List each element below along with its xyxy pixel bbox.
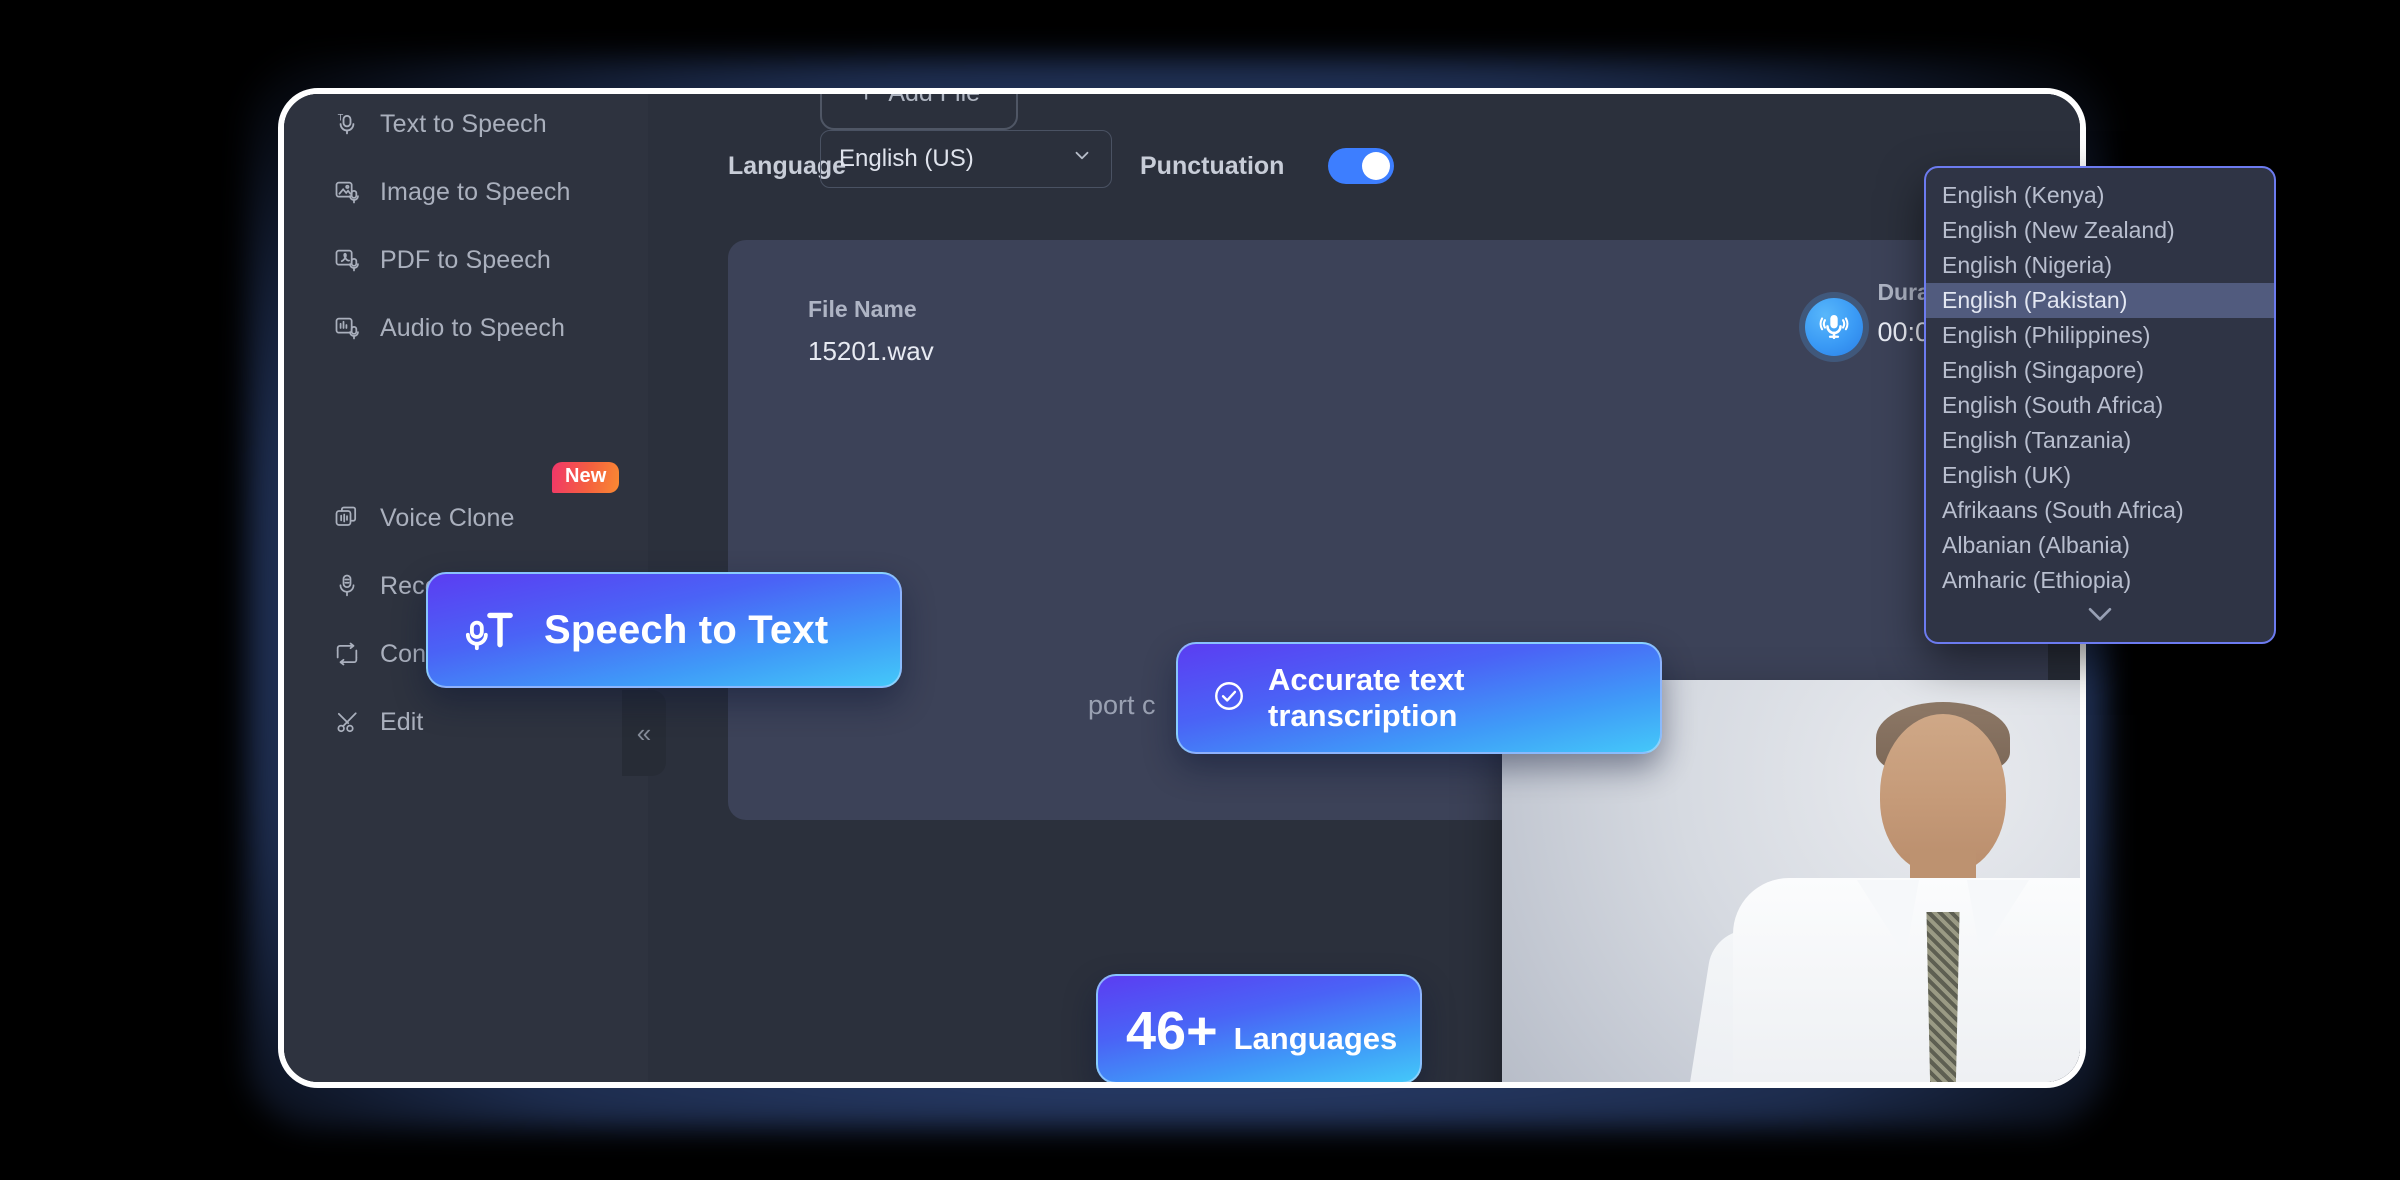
dropdown-option[interactable]: English (New Zealand) bbox=[1926, 213, 2274, 248]
dropdown-option-selected[interactable]: English (Pakistan) bbox=[1926, 283, 2274, 318]
sidebar-item-label: Text to Speech bbox=[380, 109, 547, 138]
dropdown-option[interactable]: Afrikaans (South Africa) bbox=[1926, 493, 2274, 528]
image-to-speech-icon bbox=[332, 177, 362, 207]
dropdown-option[interactable]: English (UK) bbox=[1926, 458, 2274, 493]
language-select-value: English (US) bbox=[839, 145, 974, 172]
screenshot-root: T Text to Speech Image to Speech PDF to … bbox=[0, 0, 2400, 1180]
audio-to-speech-icon bbox=[332, 313, 362, 343]
punctuation-label: Punctuation bbox=[1140, 152, 1285, 180]
languages-count-pill: 46+ Languages bbox=[1096, 974, 1422, 1082]
language-select[interactable]: English (US) bbox=[820, 130, 1112, 188]
sidebar-item-text-to-speech[interactable]: T Text to Speech bbox=[284, 94, 648, 154]
speech-to-text-icon bbox=[462, 601, 516, 660]
pdf-to-speech-icon bbox=[332, 245, 362, 275]
sidebar-item-label: PDF to Speech bbox=[380, 245, 551, 274]
sidebar-item-label: Audio to Speech bbox=[380, 313, 565, 342]
app-window-inner: T Text to Speech Image to Speech PDF to … bbox=[284, 94, 2080, 1082]
languages-count: 46+ bbox=[1126, 1001, 1218, 1061]
dropdown-option[interactable]: English (Kenya) bbox=[1926, 178, 2274, 213]
punctuation-toggle[interactable] bbox=[1328, 148, 1394, 184]
sidebar-item-edit[interactable]: Edit bbox=[284, 692, 648, 752]
record-microphone-icon bbox=[332, 571, 362, 601]
speech-to-text-pill-label: Speech to Text bbox=[544, 607, 829, 652]
sidebar-item-pdf-to-speech[interactable]: PDF to Speech bbox=[284, 230, 648, 290]
chevron-double-left-icon: « bbox=[636, 717, 652, 748]
convert-icon bbox=[332, 639, 362, 669]
scissors-edit-icon bbox=[332, 707, 362, 737]
sidebar-item-label: Voice Clone bbox=[380, 503, 515, 532]
remove-label[interactable]: Rem bbox=[1967, 94, 2020, 99]
toggle-knob bbox=[1362, 152, 1390, 180]
check-circle-icon bbox=[1212, 679, 1246, 718]
sidebar-item-voice-clone[interactable]: New Voice Clone bbox=[284, 462, 648, 548]
dropdown-option[interactable]: English (Tanzania) bbox=[1926, 423, 2274, 458]
file-name-value: 15201.wav bbox=[808, 336, 934, 366]
dropdown-option[interactable]: Amharic (Ethiopia) bbox=[1926, 563, 2274, 598]
accurate-transcription-label: Accurate text transcription bbox=[1268, 662, 1465, 733]
add-file-label: Add File bbox=[888, 88, 981, 107]
dropdown-scroll-down-icon[interactable] bbox=[1926, 598, 2274, 632]
language-dropdown[interactable]: English (Kenya) English (New Zealand) En… bbox=[1924, 166, 2276, 644]
options-toolbar: Language English (US) Punctuation bbox=[648, 130, 2080, 216]
sidebar-item-label: Image to Speech bbox=[380, 177, 571, 206]
sidebar-collapse-button[interactable]: « bbox=[622, 690, 666, 776]
file-name-label: File Name bbox=[808, 296, 917, 322]
dropdown-option[interactable]: English (Singapore) bbox=[1926, 353, 2274, 388]
sidebar-item-label: Edit bbox=[380, 707, 424, 736]
dropdown-option[interactable]: English (Nigeria) bbox=[1926, 248, 2274, 283]
accurate-transcription-pill: Accurate text transcription bbox=[1176, 642, 1662, 754]
text-to-speech-icon: T bbox=[332, 109, 362, 139]
app-window: T Text to Speech Image to Speech PDF to … bbox=[278, 88, 2086, 1088]
chevron-down-icon bbox=[1071, 145, 1093, 174]
sidebar-item-image-to-speech[interactable]: Image to Speech bbox=[284, 162, 648, 222]
add-file-button[interactable]: + Add File bbox=[820, 88, 1018, 130]
dropdown-option[interactable]: English (Philippines) bbox=[1926, 318, 2274, 353]
dropdown-option[interactable]: English (South Africa) bbox=[1926, 388, 2274, 423]
dropdown-option[interactable]: Albanian (Albania) bbox=[1926, 528, 2274, 563]
languages-unit: Languages bbox=[1233, 1021, 1398, 1056]
voice-clone-icon bbox=[332, 503, 362, 533]
sidebar-item-audio-to-speech[interactable]: Audio to Speech bbox=[284, 298, 648, 358]
speech-to-text-highlight-pill[interactable]: Speech to Text bbox=[426, 572, 902, 688]
status-badge-new: New bbox=[552, 462, 620, 493]
microphone-icon bbox=[1805, 298, 1864, 356]
plus-icon: + bbox=[857, 88, 875, 108]
export-hint-text: port c bbox=[1088, 690, 1156, 720]
